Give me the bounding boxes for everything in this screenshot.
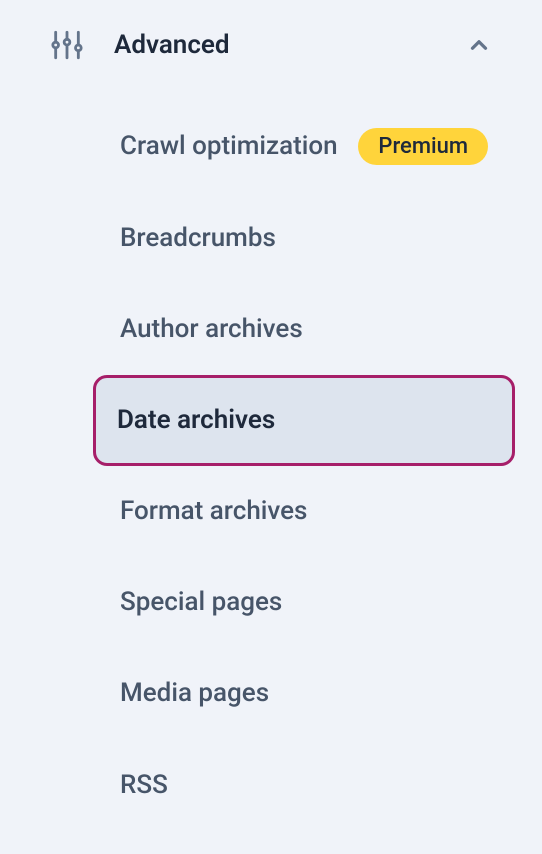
menu-item-author-archives[interactable]: Author archives	[96, 284, 512, 375]
menu-item-special-pages[interactable]: Special pages	[96, 557, 512, 648]
menu-item-label: Author archives	[120, 312, 303, 347]
menu-item-format-archives[interactable]: Format archives	[96, 466, 512, 557]
chevron-up-icon	[466, 32, 492, 58]
menu-item-breadcrumbs[interactable]: Breadcrumbs	[96, 193, 512, 284]
sliders-icon	[50, 28, 84, 62]
menu-item-media-pages[interactable]: Media pages	[96, 648, 512, 739]
menu-item-date-archives[interactable]: Date archives	[93, 375, 515, 466]
menu-item-label: Date archives	[117, 403, 275, 438]
menu-item-label: Breadcrumbs	[120, 221, 276, 256]
section-header-advanced[interactable]: Advanced	[30, 20, 512, 70]
menu-list: Crawl optimization Premium Breadcrumbs A…	[30, 100, 512, 831]
menu-item-crawl-optimization[interactable]: Crawl optimization Premium	[96, 100, 512, 193]
menu-item-rss[interactable]: RSS	[96, 740, 512, 831]
menu-item-label: Crawl optimization	[120, 129, 338, 164]
premium-badge: Premium	[358, 128, 488, 165]
menu-item-label: Special pages	[120, 585, 282, 620]
menu-item-label: RSS	[120, 768, 168, 803]
menu-item-label: Media pages	[120, 676, 269, 711]
section-title: Advanced	[114, 30, 436, 60]
menu-item-label: Format archives	[120, 494, 307, 529]
